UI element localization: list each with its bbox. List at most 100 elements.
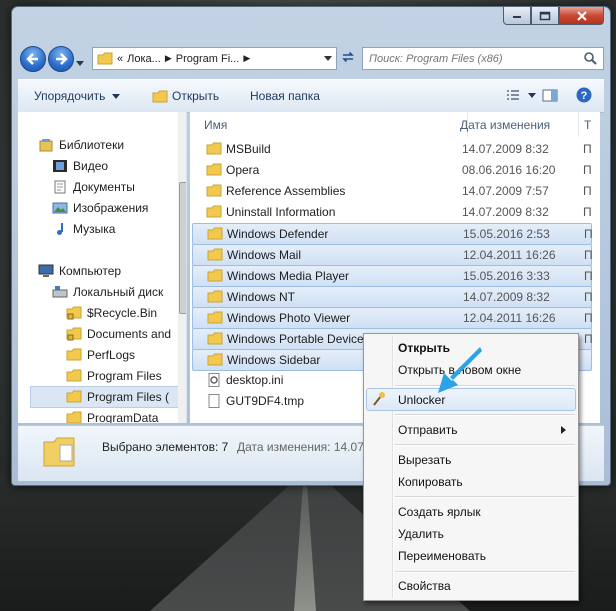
address-bar[interactable]: « Лока... ▶ Program Fi... ▶ [92, 47, 337, 70]
file-date: 15.05.2016 2:53 [463, 227, 550, 241]
video-icon [53, 160, 67, 172]
sidebar-scroll-thumb[interactable] [179, 182, 186, 314]
sidebar-item-program-files-x86[interactable]: Program Files ( [30, 386, 186, 408]
menu-separator [395, 571, 575, 573]
search-box[interactable] [362, 47, 604, 70]
file-row[interactable]: Windows Defender 15.05.2016 2:53 П [192, 223, 593, 245]
forward-button[interactable] [48, 46, 74, 72]
sidebar-scrollbar[interactable] [178, 112, 186, 423]
sidebar-item-program-files[interactable]: Program Files [66, 366, 162, 386]
breadcrumb-separator-icon[interactable]: ▶ [243, 53, 250, 64]
file-name: desktop.ini [226, 373, 284, 387]
sidebar-item-label: PerfLogs [87, 348, 136, 362]
organize-button[interactable]: Упорядочить [34, 89, 121, 103]
navigation-pane: Библиотеки Видео Документы Изображения М… [18, 112, 187, 423]
sidebar-item-label: Documents and [87, 327, 172, 341]
menu-item-copy[interactable]: Копировать [398, 475, 463, 489]
folder-icon [207, 353, 223, 366]
sidebar-item-label: Видео [73, 159, 109, 173]
history-dropdown[interactable] [76, 55, 84, 69]
file-type: П [584, 290, 593, 304]
sidebar-item-music[interactable]: Музыка [52, 219, 115, 239]
file-row[interactable]: Windows NT 14.07.2009 8:32 П [192, 286, 593, 308]
menu-item-delete[interactable]: Удалить [398, 527, 444, 541]
file-row[interactable]: Windows Media Player 15.05.2016 3:33 П [192, 265, 593, 287]
sidebar-item-libraries[interactable]: Библиотеки [38, 135, 124, 155]
new-folder-button[interactable]: Новая папка [250, 89, 320, 103]
sidebar-item-video[interactable]: Видео [52, 156, 108, 176]
sidebar-item-label: Документы [73, 180, 135, 194]
folder-icon [207, 332, 223, 345]
address-dropdown[interactable] [324, 52, 332, 64]
search-input[interactable] [367, 48, 581, 69]
column-header-name-label: Имя [204, 117, 228, 132]
file-row[interactable]: Uninstall Information 14.07.2009 8:32 П [192, 202, 592, 222]
sidebar-item-label: Изображения [73, 201, 149, 215]
libraries-icon [39, 139, 53, 152]
maximize-button[interactable] [531, 7, 559, 25]
breadcrumb-overflow[interactable]: « [117, 53, 123, 65]
window-controls [503, 7, 604, 25]
open-folder-icon [152, 90, 168, 102]
column-header-type-label: Т [584, 117, 592, 132]
back-button[interactable] [20, 46, 46, 72]
view-options-button[interactable] [506, 89, 536, 101]
refresh-button[interactable] [340, 50, 356, 67]
sidebar-item-recycle-bin[interactable]: $Recycle.Bin [66, 303, 157, 323]
menu-item-send-to[interactable]: Отправить [398, 423, 458, 437]
file-date: 14.07.2009 7:57 [462, 184, 549, 198]
sidebar-item-perflogs[interactable]: PerfLogs [66, 345, 135, 365]
menu-separator [395, 444, 575, 446]
sidebar-item-pictures[interactable]: Изображения [52, 198, 148, 218]
sidebar-item-documents-and[interactable]: Documents and [66, 324, 171, 344]
file-name: Windows Sidebar [227, 353, 321, 367]
close-button[interactable] [559, 7, 604, 25]
file-row[interactable]: MSBuild 14.07.2009 8:32 П [192, 139, 592, 159]
menu-item-rename[interactable]: Переименовать [398, 549, 486, 563]
file-type: П [584, 311, 593, 325]
sidebar-item-computer[interactable]: Компьютер [38, 261, 121, 281]
file-row[interactable]: Windows Photo Viewer 12.04.2011 16:26 П [192, 307, 593, 329]
minimize-button[interactable] [503, 7, 531, 25]
folder-icon [207, 311, 223, 324]
file-name: Uninstall Information [226, 205, 336, 219]
breadcrumb-separator-icon[interactable]: ▶ [165, 53, 172, 64]
drive-icon [52, 286, 68, 298]
file-type: П [584, 332, 593, 346]
pictures-icon [52, 202, 68, 214]
file-row[interactable]: Reference Assemblies 14.07.2009 7:57 П [192, 181, 592, 201]
help-button[interactable]: ? [576, 87, 592, 103]
chevron-down-icon [76, 61, 84, 66]
column-header-date[interactable]: Дата изменения [454, 112, 579, 137]
navigation-bar: « Лока... ▶ Program Fi... ▶ [18, 45, 604, 73]
folder-icon [206, 142, 222, 155]
arrow-right-icon [56, 53, 68, 65]
menu-item-create-shortcut[interactable]: Создать ярлык [398, 505, 481, 519]
sidebar-item-documents[interactable]: Документы [52, 177, 135, 197]
chevron-down-icon [112, 93, 121, 99]
menu-separator [395, 414, 575, 416]
preview-pane-button[interactable] [542, 89, 558, 102]
file-row[interactable]: Windows Mail 12.04.2011 16:26 П [192, 244, 593, 266]
file-row[interactable]: Opera 08.06.2016 16:20 П [192, 160, 592, 180]
file-type: П [583, 142, 592, 156]
column-header-type[interactable]: Т [580, 112, 600, 137]
menu-item-properties[interactable]: Свойства [398, 579, 451, 593]
refresh-icon [342, 51, 354, 63]
open-button[interactable]: Открыть [152, 89, 219, 103]
breadcrumb-local-disk[interactable]: Лока... [127, 53, 161, 65]
breadcrumb-program-files[interactable]: Program Fi... [176, 53, 240, 65]
preview-pane-icon [542, 89, 558, 102]
folder-icon [206, 163, 222, 176]
command-bar: Упорядочить Открыть Новая папка ? [18, 79, 604, 113]
sidebar-item-programdata[interactable]: ProgramData [66, 408, 158, 423]
chevron-down-icon [528, 92, 536, 98]
sidebar-item-local-disk[interactable]: Локальный диск [52, 282, 163, 302]
folder-icon [97, 52, 113, 65]
menu-item-cut[interactable]: Вырезать [398, 453, 451, 467]
column-header-name[interactable]: Имя [190, 112, 468, 137]
file-date: 15.05.2016 3:33 [463, 269, 550, 283]
menu-separator [395, 496, 575, 498]
folder-icon [207, 227, 223, 240]
search-icon [584, 52, 597, 65]
